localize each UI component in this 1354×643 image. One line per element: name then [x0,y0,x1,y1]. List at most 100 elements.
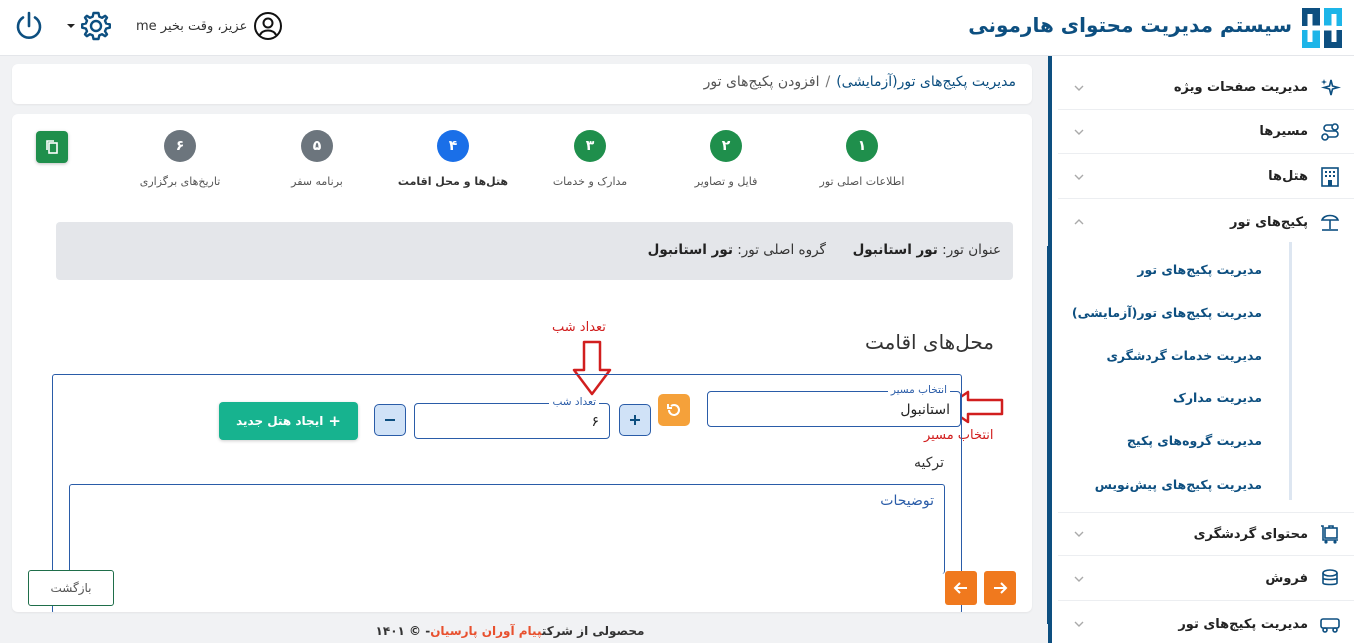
step-circle: ۱ [846,130,878,162]
chevron-down-icon [1074,174,1084,180]
tour-group-value: تور استانبول [647,242,733,258]
nights-input[interactable]: تعداد شب ۶ [414,396,610,439]
route-select-label: انتخاب مسیر [887,384,950,396]
arrow-right-icon [994,582,1008,594]
sidebar-item-label: مدیریت پکیج‌های تور [1178,616,1308,632]
submenu-tourism-services[interactable]: مدیریت خدمات گردشگری [1106,348,1262,363]
description-textarea[interactable]: توضیحات [69,484,945,574]
step-1[interactable]: ۱ اطلاعات اصلی تور [802,130,922,188]
nights-input-label: تعداد شب [549,396,599,408]
sidebar-item-label: مدیریت صفحات ویژه [1173,80,1308,95]
sidebar-item-routes[interactable]: مسیرها [1058,110,1354,154]
bus-icon [1318,612,1342,636]
breadcrumb-current: افزودن پکیج‌های تور [703,74,820,90]
tour-title-value: تور استانبول [852,242,938,258]
back-button[interactable]: بازگشت [28,570,114,606]
sidebar-item-label: مسیرها [1259,124,1308,139]
footer: محصولی از شرکتپیام آوران پارسیان- © ۱۴۰۱ [0,624,1020,638]
step-3[interactable]: ۳ مدارک و خدمات [530,130,650,188]
sidebar-item-tour-package-management[interactable]: مدیریت پکیج‌های تور [1058,602,1354,643]
beach-umbrella-icon [1318,210,1342,234]
copy-button[interactable] [36,131,68,163]
sidebar-scrollbar[interactable] [1047,246,1051,624]
route-icon [1318,120,1342,144]
plus-icon: + [328,412,341,430]
luggage-cart-icon [1318,522,1342,546]
coins-icon [1318,567,1342,591]
sidebar-item-sales[interactable]: فروش [1058,557,1354,601]
step-circle: ۵ [301,130,333,162]
tour-group-label: گروه اصلی تور: [737,242,826,258]
breadcrumb-link[interactable]: مدیریت پکیج‌های تور(آزمایشی) [836,74,1016,90]
undo-icon [667,404,680,416]
power-icon[interactable] [12,9,46,43]
tour-title-label: عنوان تور: [942,242,1001,258]
settings-dropdown-button[interactable] [66,9,114,43]
submenu-line [1289,242,1292,500]
reset-button[interactable] [658,394,690,426]
arrow-left-icon [953,582,967,594]
step-label: اطلاعات اصلی تور [819,175,905,188]
chevron-down-icon [1074,576,1084,582]
step-label: فایل و تصاویر [694,175,758,188]
step-circle: ۲ [710,130,742,162]
step-6[interactable]: ۶ تاریخ‌های برگزاری [120,130,240,188]
user-greeting[interactable]: me عزیز، وقت بخیر [136,11,283,41]
copy-icon [46,140,58,154]
top-header: me عزیز، وقت بخیر سیستم مدیریت محتوای ها… [0,0,1354,56]
sidebar-item-hotels[interactable]: هتل‌ها [1058,155,1354,199]
footer-prefix: محصولی از شرکت [541,624,645,638]
step-circle: ۴ [437,130,469,162]
footer-suffix: - © ۱۴۰۱ [375,624,431,638]
footer-company-link[interactable]: پیام آوران پارسیان [430,624,542,638]
plus-icon [630,415,640,425]
breadcrumb-separator: / [825,74,831,90]
step-label: هتل‌ها و محل اقامت [397,175,509,188]
route-select[interactable]: انتخاب مسیر استانبول [707,384,961,427]
step-circle: ۳ [574,130,606,162]
increase-nights-button[interactable] [619,404,651,436]
annotation-nights-label: تعداد شب [552,320,606,335]
submenu-draft-packages[interactable]: مدیریت پکیج‌های پیش‌نویس [1095,477,1262,492]
brand-logo[interactable] [1300,6,1344,50]
submenu-tour-packages[interactable]: مدیریت پکیج‌های تور [1137,262,1262,277]
submenu-tour-packages-test[interactable]: مدیریت پکیج‌های تور(آزمایشی) [1072,305,1262,320]
sidebar-item-label: فروش [1265,571,1308,586]
main-card: ۱ اطلاعات اصلی تور ۲ فایل و تصاویر ۳ مدا… [12,114,1032,612]
sidebar-item-special-pages[interactable]: مدیریت صفحات ویژه [1058,66,1354,110]
create-hotel-button[interactable]: + ایجاد هتل جدید [219,402,358,440]
sidebar-item-label: هتل‌ها [1268,169,1308,184]
step-label: مدارک و خدمات [552,175,628,188]
sidebar-item-tourism-content[interactable]: محتوای گردشگری [1058,512,1354,556]
nights-input-value: ۶ [591,414,599,430]
submenu-documents[interactable]: مدیریت مدارک [1173,390,1262,405]
step-5[interactable]: ۵ برنامه سفر [257,130,377,188]
sidebar-item-tour-packages[interactable]: پکیج‌های تور [1058,200,1354,244]
description-label: توضیحات [880,493,934,509]
brand-title: سیستم مدیریت محتوای هارمونی [968,13,1292,37]
create-hotel-label: ایجاد هتل جدید [236,414,324,428]
tour-info-bar: عنوان تور: تور استانبول گروه اصلی تور: ت… [56,222,1013,280]
next-step-button[interactable] [984,571,1016,605]
sidebar-item-label: پکیج‌های تور [1230,214,1308,230]
submenu-package-groups[interactable]: مدیریت گروه‌های پکیج [1127,433,1262,448]
user-avatar-icon [254,12,283,40]
step-label: برنامه سفر [291,175,343,188]
sparkles-icon [1318,76,1342,100]
chevron-down-icon [1074,129,1084,135]
previous-step-button[interactable] [945,571,977,605]
chevron-down-icon [1074,621,1084,627]
chevron-down-icon [1074,531,1084,537]
caret-down-icon [67,24,75,28]
minus-icon [385,419,395,421]
step-4[interactable]: ۴ هتل‌ها و محل اقامت [393,130,513,188]
route-select-value: استانبول [900,402,950,418]
step-2[interactable]: ۲ فایل و تصاویر [666,130,786,188]
decrease-nights-button[interactable] [374,404,406,436]
step-circle: ۶ [164,130,196,162]
sidebar-item-label: محتوای گردشگری [1193,526,1308,542]
chevron-down-icon [1074,85,1084,91]
step-label: تاریخ‌های برگزاری [139,175,221,188]
section-title: محل‌های اقامت [865,330,994,354]
gear-icon [81,11,111,41]
